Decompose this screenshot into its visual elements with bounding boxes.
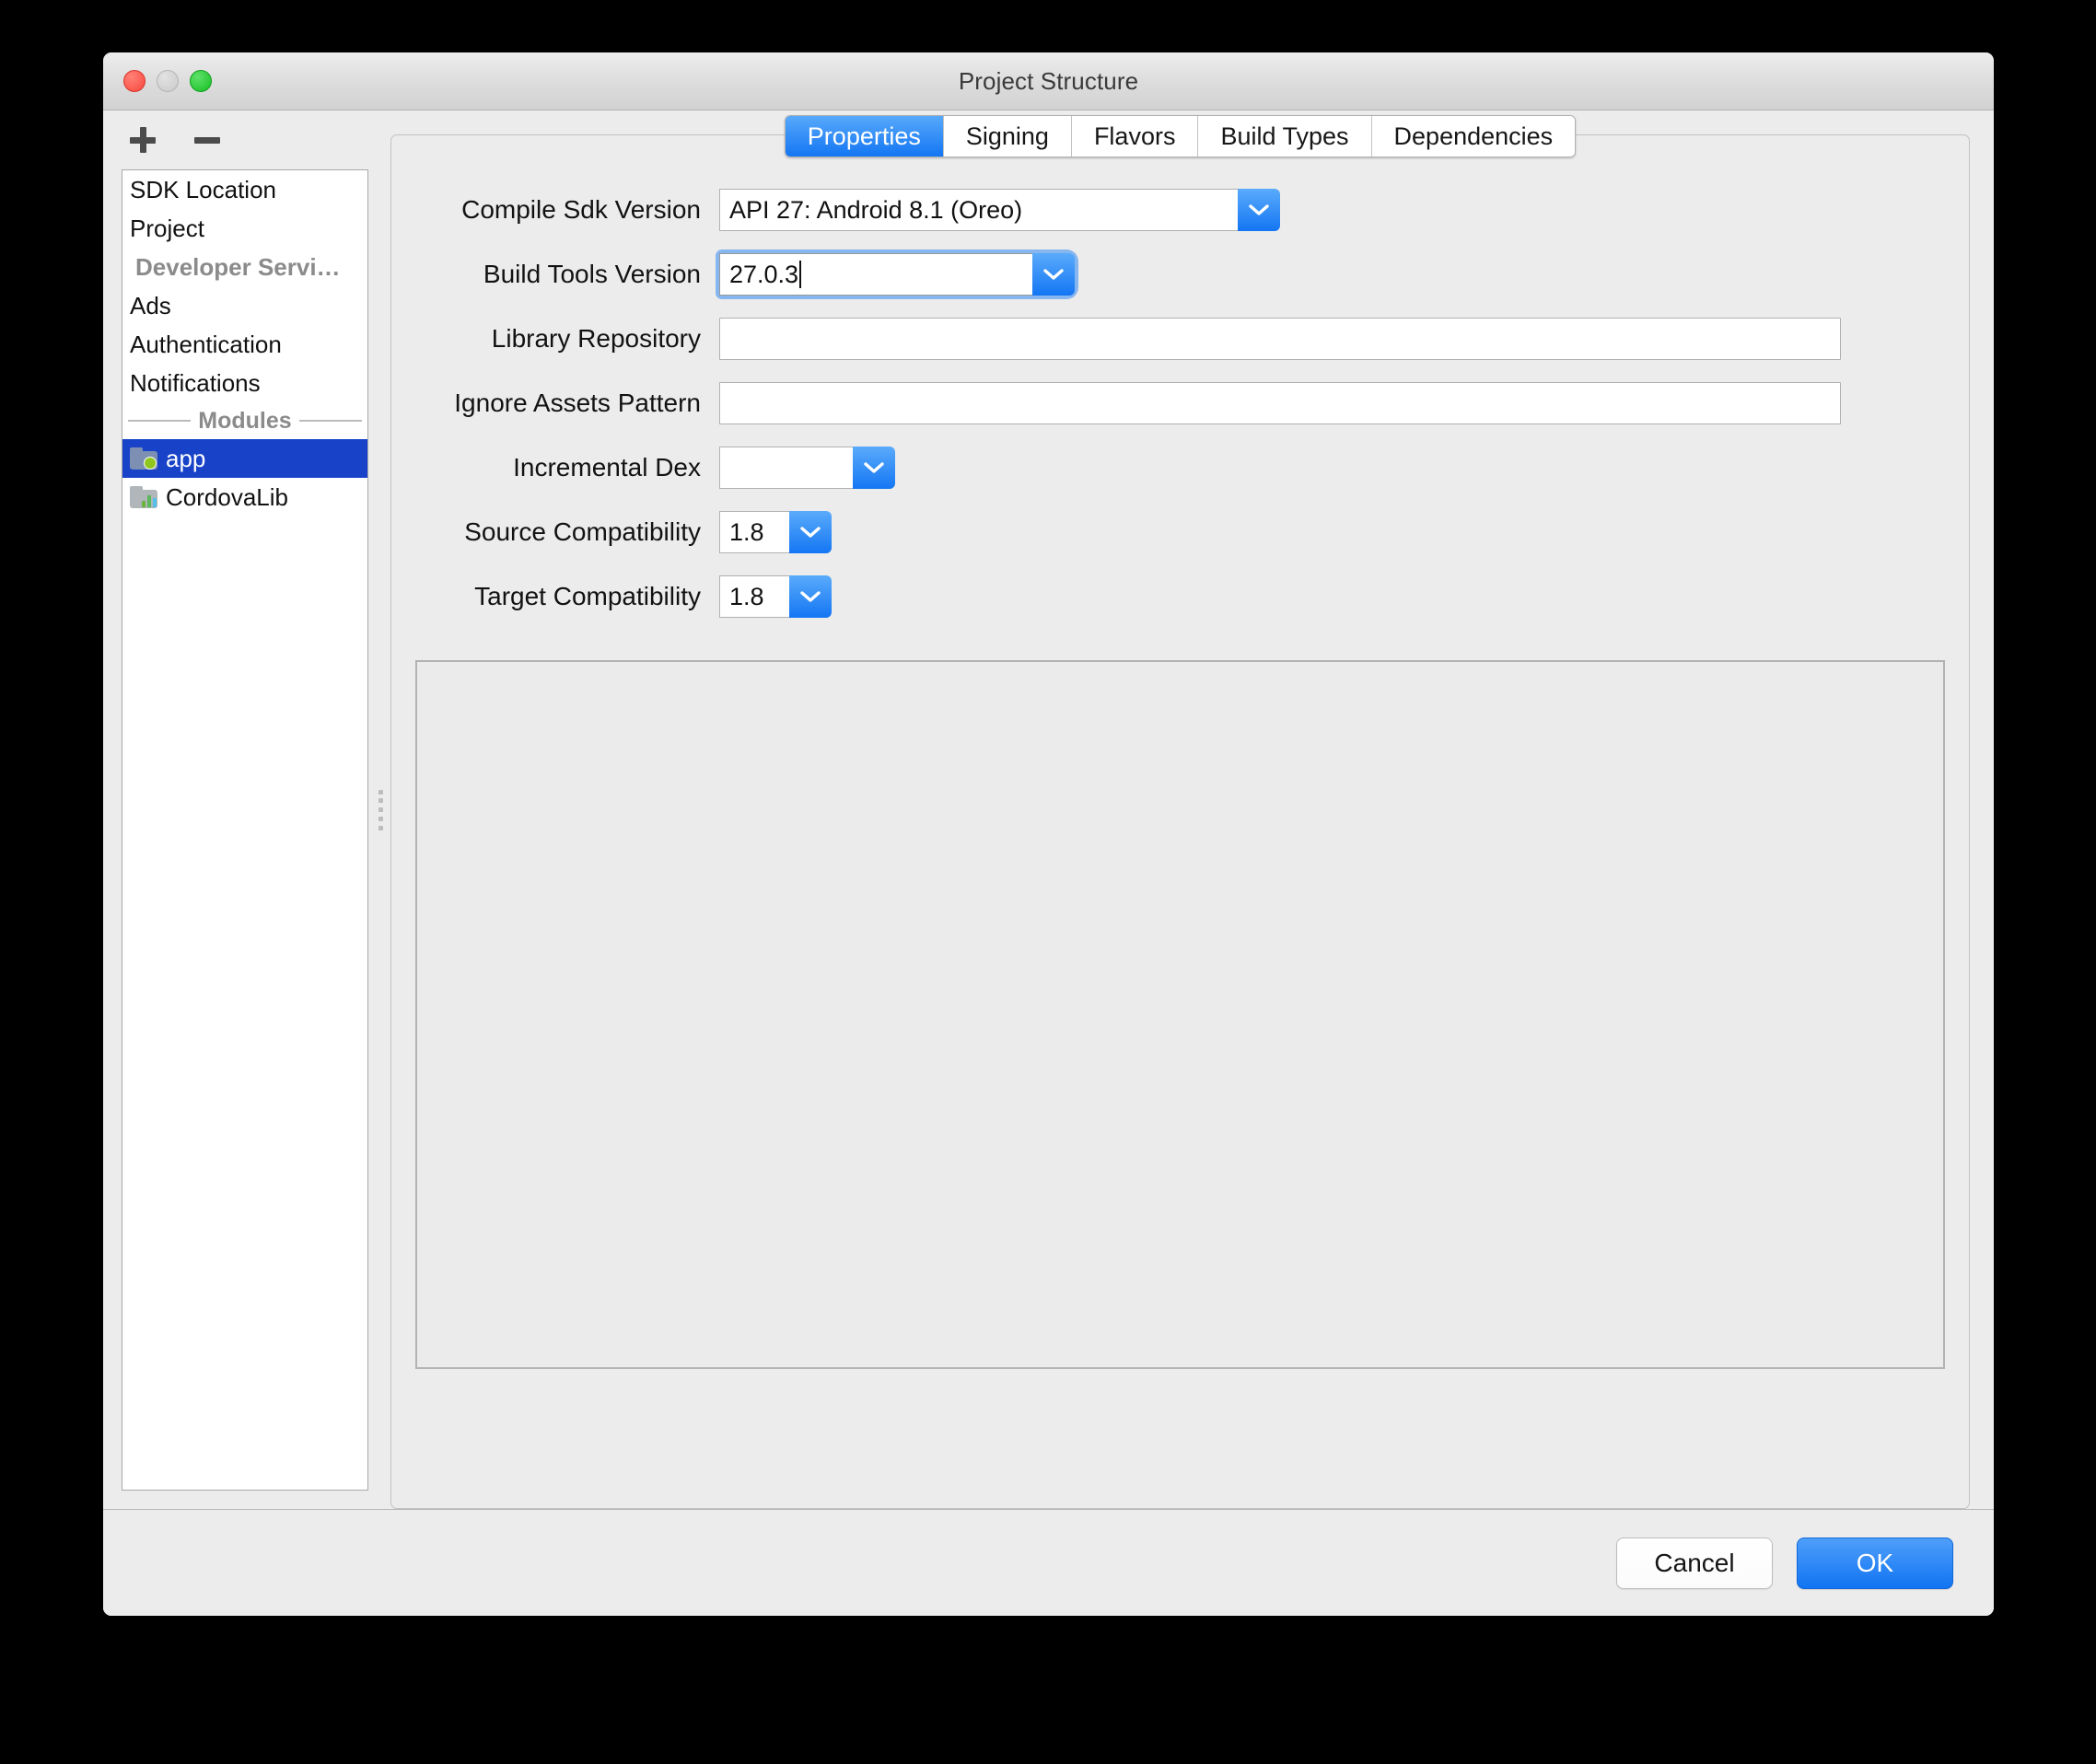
incremental-dex-combobox[interactable] — [719, 447, 895, 489]
form-row-incremental-dex: Incremental Dex — [415, 435, 1945, 500]
source-compatibility-label: Source Compatibility — [415, 517, 719, 547]
compile-sdk-version-field: API 27: Android 8.1 (Oreo) — [719, 189, 1280, 231]
project-structure-window: Project Structure SDK Location — [103, 52, 1994, 1616]
properties-tab-content: Compile Sdk Version API 27: Android 8.1 … — [391, 157, 1969, 1508]
source-compatibility-value[interactable]: 1.8 — [719, 511, 789, 553]
library-repository-label: Library Repository — [415, 324, 719, 354]
details-panel — [415, 660, 1945, 1369]
tab-signing[interactable]: Signing — [944, 116, 1072, 157]
form-row-source-compatibility: Source Compatibility 1.8 — [415, 500, 1945, 564]
chevron-down-icon[interactable] — [1032, 253, 1075, 296]
build-tools-version-value: 27.0.3 — [729, 261, 798, 289]
chevron-down-icon[interactable] — [1238, 189, 1280, 231]
sidebar-item-label: Developer Servi… — [135, 253, 341, 282]
traffic-light-group — [123, 70, 212, 92]
chevron-down-icon[interactable] — [789, 575, 832, 618]
window-titlebar: Project Structure — [103, 52, 1994, 110]
form-row-library-repository: Library Repository — [415, 307, 1945, 371]
target-compatibility-field: 1.8 — [719, 575, 832, 618]
cancel-button[interactable]: Cancel — [1616, 1538, 1773, 1589]
compile-sdk-version-value[interactable]: API 27: Android 8.1 (Oreo) — [719, 189, 1238, 231]
zoom-window-button[interactable] — [190, 70, 212, 92]
separator-rule-right — [299, 420, 362, 422]
modules-section-separator: Modules — [122, 402, 367, 439]
target-compatibility-combobox[interactable]: 1.8 — [719, 575, 832, 618]
pane-splitter-handle[interactable] — [370, 110, 390, 1509]
sidebar-item-label: Project — [130, 215, 204, 243]
sidebar-item-app[interactable]: app — [122, 439, 367, 478]
modules-pane: SDK Location Project Developer Servi… Ad… — [103, 110, 370, 1509]
form-row-compile-sdk-version: Compile Sdk Version API 27: Android 8.1 … — [415, 178, 1945, 242]
ignore-assets-pattern-field — [719, 382, 1841, 424]
sidebar-item-label: Ads — [130, 292, 171, 320]
sidebar-item-authentication[interactable]: Authentication — [122, 325, 367, 364]
folder-module-icon — [130, 447, 157, 470]
sidebar-item-label: SDK Location — [130, 176, 276, 204]
incremental-dex-label: Incremental Dex — [415, 453, 719, 482]
sidebar-item-developer-services[interactable]: Developer Servi… — [122, 248, 367, 286]
chevron-down-icon[interactable] — [853, 447, 895, 489]
compile-sdk-version-label: Compile Sdk Version — [415, 195, 719, 225]
build-tools-version-combobox[interactable]: 27.0.3 — [719, 253, 1075, 296]
minimize-window-button[interactable] — [157, 70, 179, 92]
main-area: SDK Location Project Developer Servi… Ad… — [103, 110, 1994, 1509]
sidebar-item-label: app — [166, 445, 205, 473]
form-row-build-tools-version: Build Tools Version 27.0.3 — [415, 242, 1945, 307]
remove-module-button[interactable] — [190, 122, 225, 157]
dialog-footer: Cancel OK — [103, 1509, 1994, 1616]
ignore-assets-pattern-input[interactable] — [719, 382, 1841, 424]
library-repository-input[interactable] — [719, 318, 1841, 360]
incremental-dex-field — [719, 447, 895, 489]
text-caret — [799, 261, 801, 288]
tab-properties[interactable]: Properties — [786, 116, 944, 157]
form-row-target-compatibility: Target Compatibility 1.8 — [415, 564, 1945, 629]
form-row-ignore-assets-pattern: Ignore Assets Pattern — [415, 371, 1945, 435]
sidebar-item-cordovalib[interactable]: CordovaLib — [122, 478, 367, 516]
tab-dependencies[interactable]: Dependencies — [1372, 116, 1576, 157]
library-module-icon — [130, 486, 157, 508]
library-repository-field — [719, 318, 1841, 360]
tab-strip: Properties Signing Flavors Build Types D… — [391, 115, 1969, 157]
window-title: Project Structure — [103, 67, 1994, 96]
sidebar-item-label: Authentication — [130, 331, 282, 359]
tab-build-types[interactable]: Build Types — [1198, 116, 1371, 157]
modules-section-label: Modules — [198, 408, 291, 435]
source-compatibility-field: 1.8 — [719, 511, 832, 553]
ok-button[interactable]: OK — [1797, 1538, 1953, 1589]
sidebar-item-notifications[interactable]: Notifications — [122, 364, 367, 402]
sidebar-item-ads[interactable]: Ads — [122, 286, 367, 325]
splitter-grip-icon — [378, 790, 383, 830]
target-compatibility-value[interactable]: 1.8 — [719, 575, 789, 618]
incremental-dex-value[interactable] — [719, 447, 853, 489]
tab-view: Properties Signing Flavors Build Types D… — [390, 134, 1970, 1509]
tab-flavors[interactable]: Flavors — [1072, 116, 1199, 157]
source-compatibility-combobox[interactable]: 1.8 — [719, 511, 832, 553]
chevron-down-icon[interactable] — [789, 511, 832, 553]
window-body: SDK Location Project Developer Servi… Ad… — [103, 110, 1994, 1616]
properties-pane: Properties Signing Flavors Build Types D… — [390, 134, 1970, 1509]
modules-toolbar — [103, 110, 370, 169]
tab-group: Properties Signing Flavors Build Types D… — [785, 115, 1576, 157]
sidebar-item-sdk-location[interactable]: SDK Location — [122, 170, 367, 209]
target-compatibility-label: Target Compatibility — [415, 582, 719, 611]
sidebar-item-project[interactable]: Project — [122, 209, 367, 248]
build-tools-version-label: Build Tools Version — [415, 260, 719, 289]
modules-list[interactable]: SDK Location Project Developer Servi… Ad… — [122, 169, 368, 1491]
separator-rule-left — [128, 420, 191, 422]
sidebar-item-label: CordovaLib — [166, 483, 288, 512]
ignore-assets-pattern-label: Ignore Assets Pattern — [415, 389, 719, 418]
build-tools-version-input[interactable]: 27.0.3 — [719, 253, 1032, 296]
close-window-button[interactable] — [123, 70, 146, 92]
build-tools-version-field: 27.0.3 — [719, 253, 1075, 296]
add-module-button[interactable] — [125, 122, 160, 157]
sidebar-item-label: Notifications — [130, 369, 261, 398]
compile-sdk-version-combobox[interactable]: API 27: Android 8.1 (Oreo) — [719, 189, 1280, 231]
